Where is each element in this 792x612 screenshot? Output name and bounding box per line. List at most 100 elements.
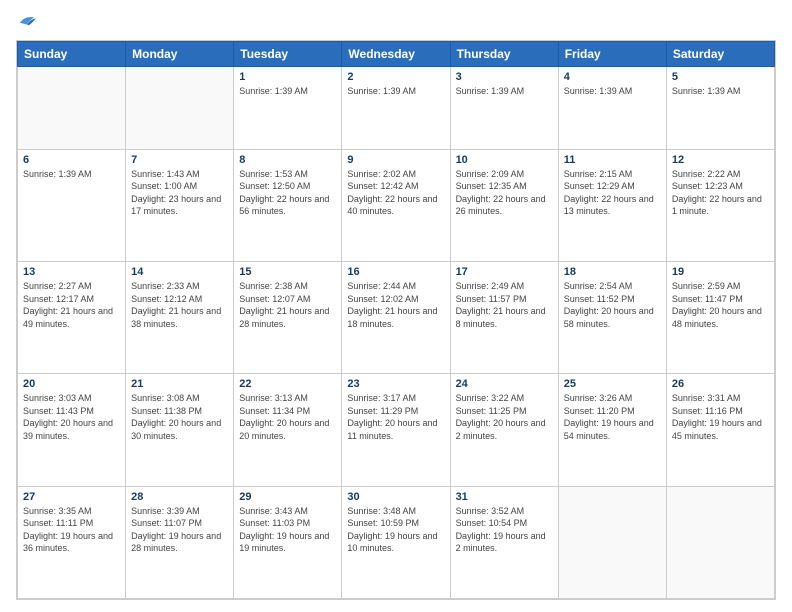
day-number: 19 (672, 266, 769, 278)
calendar-cell: 18 Sunrise: 2:54 AM Sunset: 11:52 PM Dayl… (558, 261, 666, 373)
calendar-cell: 23 Sunrise: 3:17 AM Sunset: 11:29 PM Dayl… (342, 374, 450, 486)
day-info: Sunrise: 3:31 AM Sunset: 11:16 PM Daylig… (672, 392, 769, 442)
calendar-cell: 13 Sunrise: 2:27 AM Sunset: 12:17 AM Dayl… (18, 261, 126, 373)
day-number: 30 (347, 491, 444, 503)
day-info: Sunrise: 2:15 AM Sunset: 12:29 AM Daylig… (564, 168, 661, 218)
day-info: Sunrise: 2:49 AM Sunset: 11:57 PM Daylig… (456, 280, 553, 330)
day-number: 16 (347, 266, 444, 278)
calendar-cell: 2 Sunrise: 1:39 AM (342, 66, 450, 149)
day-info: Sunrise: 3:52 AM Sunset: 10:54 PM Daylig… (456, 505, 553, 555)
day-info: Sunrise: 3:35 AM Sunset: 11:11 PM Daylig… (23, 505, 120, 555)
calendar-cell (666, 486, 774, 598)
day-info: Sunrise: 3:22 AM Sunset: 11:25 PM Daylig… (456, 392, 553, 442)
day-number: 28 (131, 491, 228, 503)
day-number: 10 (456, 154, 553, 166)
day-info: Sunrise: 2:22 AM Sunset: 12:23 AM Daylig… (672, 168, 769, 218)
day-number: 8 (239, 154, 336, 166)
day-number: 27 (23, 491, 120, 503)
day-info: Sunrise: 1:39 AM (672, 85, 769, 98)
day-info: Sunrise: 1:39 AM (347, 85, 444, 98)
day-info: Sunrise: 1:39 AM (239, 85, 336, 98)
day-number: 18 (564, 266, 661, 278)
weekday-header-friday: Friday (558, 41, 666, 66)
day-info: Sunrise: 1:39 AM (564, 85, 661, 98)
day-number: 17 (456, 266, 553, 278)
calendar-week-5: 27 Sunrise: 3:35 AM Sunset: 11:11 PM Dayl… (18, 486, 775, 598)
calendar-cell (558, 486, 666, 598)
page: SundayMondayTuesdayWednesdayThursdayFrid… (0, 0, 792, 612)
bird-icon (18, 13, 36, 27)
calendar-cell: 17 Sunrise: 2:49 AM Sunset: 11:57 PM Dayl… (450, 261, 558, 373)
day-number: 12 (672, 154, 769, 166)
calendar-cell: 1 Sunrise: 1:39 AM (234, 66, 342, 149)
day-number: 25 (564, 378, 661, 390)
calendar-cell (126, 66, 234, 149)
day-number: 7 (131, 154, 228, 166)
calendar-cell: 4 Sunrise: 1:39 AM (558, 66, 666, 149)
day-number: 9 (347, 154, 444, 166)
day-info: Sunrise: 2:27 AM Sunset: 12:17 AM Daylig… (23, 280, 120, 330)
day-info: Sunrise: 2:09 AM Sunset: 12:35 AM Daylig… (456, 168, 553, 218)
calendar-cell: 22 Sunrise: 3:13 AM Sunset: 11:34 PM Dayl… (234, 374, 342, 486)
day-number: 23 (347, 378, 444, 390)
day-info: Sunrise: 1:43 AM Sunset: 1:00 AM Dayligh… (131, 168, 228, 218)
calendar-week-1: 1 Sunrise: 1:39 AM 2 Sunrise: 1:39 AM 3 Sunri… (18, 66, 775, 149)
day-info: Sunrise: 1:39 AM (456, 85, 553, 98)
day-number: 3 (456, 71, 553, 83)
weekday-header-thursday: Thursday (450, 41, 558, 66)
day-info: Sunrise: 3:13 AM Sunset: 11:34 PM Daylig… (239, 392, 336, 442)
calendar-cell: 6 Sunrise: 1:39 AM (18, 149, 126, 261)
calendar-cell: 3 Sunrise: 1:39 AM (450, 66, 558, 149)
calendar-cell: 10 Sunrise: 2:09 AM Sunset: 12:35 AM Dayl… (450, 149, 558, 261)
day-info: Sunrise: 3:26 AM Sunset: 11:20 PM Daylig… (564, 392, 661, 442)
weekday-header-monday: Monday (126, 41, 234, 66)
calendar-cell: 25 Sunrise: 3:26 AM Sunset: 11:20 PM Dayl… (558, 374, 666, 486)
day-number: 15 (239, 266, 336, 278)
calendar-cell: 29Sunrise: 3:43 AM Sunset: 11:03 PM Dayl… (234, 486, 342, 598)
day-info: Sunrise: 3:03 AM Sunset: 11:43 PM Daylig… (23, 392, 120, 442)
day-number: 31 (456, 491, 553, 503)
calendar-cell: 16 Sunrise: 2:44 AM Sunset: 12:02 AM Dayl… (342, 261, 450, 373)
calendar-cell: 28Sunrise: 3:39 AM Sunset: 11:07 PM Dayl… (126, 486, 234, 598)
calendar-cell: 27 Sunrise: 3:35 AM Sunset: 11:11 PM Dayl… (18, 486, 126, 598)
day-number: 5 (672, 71, 769, 83)
day-info: Sunrise: 3:48 AM Sunset: 10:59 PM Daylig… (347, 505, 444, 555)
day-number: 6 (23, 154, 120, 166)
calendar-cell: 26 Sunrise: 3:31 AM Sunset: 11:16 PM Dayl… (666, 374, 774, 486)
calendar-cell: 11Sunrise: 2:15 AM Sunset: 12:29 AM Dayl… (558, 149, 666, 261)
weekday-header-sunday: Sunday (18, 41, 126, 66)
day-number: 13 (23, 266, 120, 278)
calendar-cell: 9 Sunrise: 2:02 AM Sunset: 12:42 AM Dayli… (342, 149, 450, 261)
day-number: 1 (239, 71, 336, 83)
calendar-cell: 14 Sunrise: 2:33 AM Sunset: 12:12 AM Dayl… (126, 261, 234, 373)
day-number: 21 (131, 378, 228, 390)
calendar-cell: 30 Sunrise: 3:48 AM Sunset: 10:59 PM Dayl… (342, 486, 450, 598)
calendar-cell: 12 Sunrise: 2:22 AM Sunset: 12:23 AM Dayl… (666, 149, 774, 261)
header (16, 12, 776, 32)
day-info: Sunrise: 1:39 AM (23, 168, 120, 181)
calendar-cell: 5 Sunrise: 1:39 AM (666, 66, 774, 149)
day-number: 26 (672, 378, 769, 390)
day-info: Sunrise: 2:02 AM Sunset: 12:42 AM Daylig… (347, 168, 444, 218)
day-number: 2 (347, 71, 444, 83)
day-info: Sunrise: 2:38 AM Sunset: 12:07 AM Daylig… (239, 280, 336, 330)
weekday-header-row: SundayMondayTuesdayWednesdayThursdayFrid… (18, 41, 775, 66)
weekday-header-wednesday: Wednesday (342, 41, 450, 66)
calendar-week-3: 13 Sunrise: 2:27 AM Sunset: 12:17 AM Dayl… (18, 261, 775, 373)
day-number: 4 (564, 71, 661, 83)
day-number: 22 (239, 378, 336, 390)
calendar-cell: 31 Sunrise: 3:52 AM Sunset: 10:54 PM Dayl… (450, 486, 558, 598)
day-number: 24 (456, 378, 553, 390)
logo-text (16, 12, 36, 32)
calendar-cell: 24 Sunrise: 3:22 AM Sunset: 11:25 PM Dayl… (450, 374, 558, 486)
day-info: Sunrise: 2:54 AM Sunset: 11:52 PM Daylig… (564, 280, 661, 330)
calendar-cell: 15 Sunrise: 2:38 AM Sunset: 12:07 AM Dayl… (234, 261, 342, 373)
day-info: Sunrise: 2:44 AM Sunset: 12:02 AM Daylig… (347, 280, 444, 330)
day-number: 14 (131, 266, 228, 278)
weekday-header-tuesday: Tuesday (234, 41, 342, 66)
day-info: Sunrise: 3:43 AM Sunset: 11:03 PM Daylig… (239, 505, 336, 555)
logo (16, 12, 36, 32)
day-info: Sunrise: 2:33 AM Sunset: 12:12 AM Daylig… (131, 280, 228, 330)
weekday-header-saturday: Saturday (666, 41, 774, 66)
day-info: Sunrise: 3:17 AM Sunset: 11:29 PM Daylig… (347, 392, 444, 442)
